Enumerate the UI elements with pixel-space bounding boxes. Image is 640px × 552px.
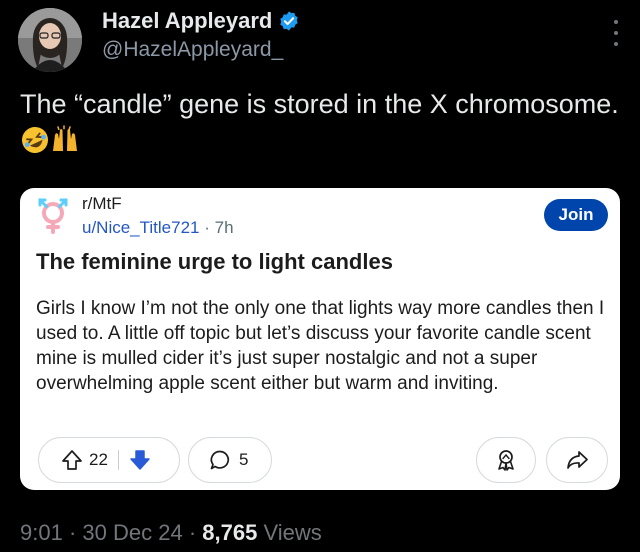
award-button[interactable] (476, 437, 536, 483)
author-handle[interactable]: @HazelAppleyard_ (102, 38, 300, 62)
post-username[interactable]: u/Nice_Title721 (82, 218, 200, 237)
avatar-image (18, 8, 82, 72)
award-icon (498, 450, 514, 471)
post-title[interactable]: The feminine urge to light candles (36, 249, 393, 275)
raising-hands-emoji-icon (50, 125, 80, 155)
vote-controls: 22 (38, 437, 180, 483)
vote-divider (117, 450, 119, 470)
share-arrow-icon (567, 451, 588, 469)
footer-separator: · (68, 520, 77, 545)
views-count: 8,765 (202, 520, 258, 545)
post-meta: u/Nice_Title721 · 7h (82, 218, 234, 238)
tweet-text: The “candle” gene is stored in the X chr… (20, 86, 620, 160)
comments-button[interactable]: 5 (188, 437, 272, 483)
tweet-date[interactable]: 30 Dec 24 (82, 520, 182, 545)
comment-bubble-icon (209, 449, 231, 471)
author-name[interactable]: Hazel Appleyard (102, 8, 272, 34)
rolling-on-floor-laughing-emoji-icon (20, 125, 50, 155)
meta-separator: · (204, 218, 210, 237)
share-button[interactable] (546, 437, 608, 483)
more-options-icon[interactable] (610, 20, 622, 46)
comment-count: 5 (239, 450, 249, 469)
verified-badge-icon (278, 10, 300, 32)
reddit-post-card[interactable]: r/MtF u/Nice_Title721 · 7h Join The femi… (20, 188, 620, 490)
tweet-footer: 9:01 · 30 Dec 24 · 8,765 Views (20, 520, 322, 546)
upvote-arrow-icon[interactable] (61, 449, 83, 471)
tweet-time[interactable]: 9:01 (20, 520, 63, 545)
downvote-arrow-icon[interactable] (129, 449, 151, 471)
avatar[interactable] (18, 8, 82, 72)
views-label: Views (263, 520, 322, 545)
author-block: Hazel Appleyard @HazelAppleyard_ (102, 6, 300, 62)
post-body: Girls I know I’m not the only one that l… (36, 298, 605, 394)
tweet-header: Hazel Appleyard @HazelAppleyard_ (18, 6, 622, 74)
subreddit-name[interactable]: r/MtF (82, 194, 122, 214)
join-button[interactable]: Join (544, 199, 608, 231)
footer-separator: · (188, 520, 197, 545)
tweet-text-content: The “candle” gene is stored in the X chr… (20, 89, 619, 119)
transgender-symbol-icon (34, 197, 72, 235)
upvote-count: 22 (89, 450, 108, 469)
post-time: 7h (214, 218, 234, 237)
